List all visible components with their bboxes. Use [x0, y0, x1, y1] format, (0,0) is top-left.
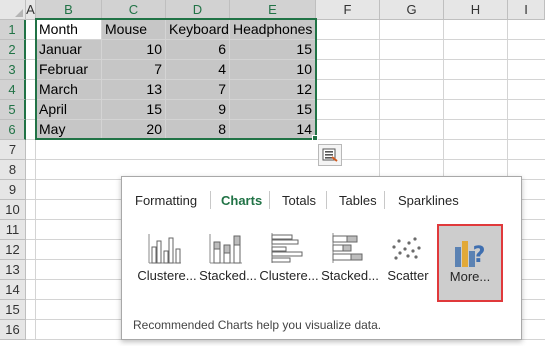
- tab-separator: [384, 191, 385, 209]
- column-header-h[interactable]: H: [444, 0, 508, 20]
- table-cell-month[interactable]: April: [36, 100, 102, 120]
- row-header-5[interactable]: 5: [0, 100, 26, 120]
- table-cell-value[interactable]: 15: [230, 40, 316, 60]
- table-cell-value[interactable]: 4: [166, 60, 230, 80]
- row-header-1[interactable]: 1: [0, 20, 26, 40]
- tab-separator: [210, 191, 211, 209]
- select-all-triangle-icon: [15, 9, 23, 17]
- chart-option-scatter[interactable]: Scatter: [376, 227, 440, 297]
- tab-formatting[interactable]: Formatting: [135, 193, 197, 208]
- tab-sparklines[interactable]: Sparklines: [398, 193, 459, 208]
- row-header-16[interactable]: 16: [0, 320, 26, 340]
- table-cell-value[interactable]: 10: [102, 40, 166, 60]
- row-header-4[interactable]: 4: [0, 80, 26, 100]
- row-header-10[interactable]: 10: [0, 200, 26, 220]
- chart-option-label: Clustere...: [137, 268, 197, 283]
- column-header-b[interactable]: B: [36, 0, 102, 20]
- table-cell-value[interactable]: 12: [230, 80, 316, 100]
- table-cell-value[interactable]: 15: [102, 100, 166, 120]
- row-header-15[interactable]: 15: [0, 300, 26, 320]
- chart-option-stacked-bar[interactable]: Stacked...: [318, 227, 382, 297]
- chart-option-clustered-bar[interactable]: Clustere...: [257, 227, 321, 297]
- chart-option-clustered-column[interactable]: Clustere...: [135, 227, 199, 297]
- table-cell-value[interactable]: 7: [166, 80, 230, 100]
- column-header-e[interactable]: E: [230, 0, 316, 20]
- chart-option-label: Stacked...: [321, 268, 379, 283]
- column-header-f[interactable]: F: [316, 0, 380, 20]
- row-header-11[interactable]: 11: [0, 220, 26, 240]
- column-header-g[interactable]: G: [380, 0, 444, 20]
- stacked-bar-chart-icon: [332, 233, 363, 263]
- stacked-column-chart-icon: [209, 234, 242, 264]
- tab-totals[interactable]: Totals: [282, 193, 316, 208]
- quick-analysis-button[interactable]: [318, 144, 342, 166]
- tab-separator: [269, 191, 270, 209]
- row-header-3[interactable]: 3: [0, 60, 26, 80]
- table-cell-value[interactable]: 13: [102, 80, 166, 100]
- row-header-9[interactable]: 9: [0, 180, 26, 200]
- header-cell-mouse[interactable]: Mouse: [102, 20, 166, 40]
- row-header-8[interactable]: 8: [0, 160, 26, 180]
- more-charts-button[interactable]: ? More...: [437, 224, 503, 302]
- table-cell-value[interactable]: 8: [166, 120, 230, 140]
- chart-option-label: Clustere...: [259, 268, 319, 283]
- scatter-chart-icon: [392, 237, 421, 260]
- quick-analysis-icon: [322, 148, 338, 162]
- table-cell-value[interactable]: 7: [102, 60, 166, 80]
- table-cell-month[interactable]: May: [36, 120, 102, 140]
- table-cell-value[interactable]: 9: [166, 100, 230, 120]
- row-header-6[interactable]: 6: [0, 120, 26, 140]
- row-header-12[interactable]: 12: [0, 240, 26, 260]
- tab-separator: [326, 191, 327, 209]
- row-header-7[interactable]: 7: [0, 140, 26, 160]
- table-cell-value[interactable]: 10: [230, 60, 316, 80]
- column-header-a[interactable]: A: [26, 0, 36, 20]
- tab-tables[interactable]: Tables: [339, 193, 377, 208]
- table-cell-value[interactable]: 6: [166, 40, 230, 60]
- clustered-bar-chart-icon: [271, 233, 303, 263]
- more-charts-label: More...: [449, 269, 491, 284]
- column-header-i[interactable]: I: [508, 0, 545, 20]
- column-header-d[interactable]: D: [166, 0, 230, 20]
- table-cell-month[interactable]: Januar: [36, 40, 102, 60]
- svg-text:?: ?: [473, 243, 486, 268]
- row-header-2[interactable]: 2: [0, 40, 26, 60]
- tab-charts[interactable]: Charts: [221, 193, 262, 208]
- header-cell-month[interactable]: Month: [36, 20, 102, 40]
- table-cell-month[interactable]: Februar: [36, 60, 102, 80]
- quick-analysis-panel: Formatting Charts Totals Tables Sparklin…: [121, 176, 522, 340]
- column-header-c[interactable]: C: [102, 0, 166, 20]
- header-cell-headphones[interactable]: Headphones: [230, 20, 316, 40]
- column-a-cells[interactable]: [26, 20, 36, 340]
- chart-option-label: Stacked...: [199, 268, 257, 283]
- table-cell-value[interactable]: 15: [230, 100, 316, 120]
- chart-option-label: Scatter: [387, 268, 429, 283]
- row-header-13[interactable]: 13: [0, 260, 26, 280]
- header-cell-keyboard[interactable]: Keyboard: [166, 20, 230, 40]
- table-cell-value[interactable]: 14: [230, 120, 316, 140]
- table-cell-month[interactable]: March: [36, 80, 102, 100]
- table-cell-value[interactable]: 20: [102, 120, 166, 140]
- quick-analysis-description: Recommended Charts help you visualize da…: [133, 318, 382, 332]
- fill-handle[interactable]: [312, 135, 318, 141]
- spreadsheet: A B C D E F G H I 1 2 3 4 5 6 7 8 9 10 1…: [0, 0, 545, 346]
- more-charts-icon: ?: [455, 241, 486, 268]
- chart-option-stacked-column[interactable]: Stacked...: [196, 227, 260, 297]
- select-all-corner[interactable]: [0, 0, 26, 20]
- row-header-14[interactable]: 14: [0, 280, 26, 300]
- clustered-column-chart-icon: [148, 234, 181, 264]
